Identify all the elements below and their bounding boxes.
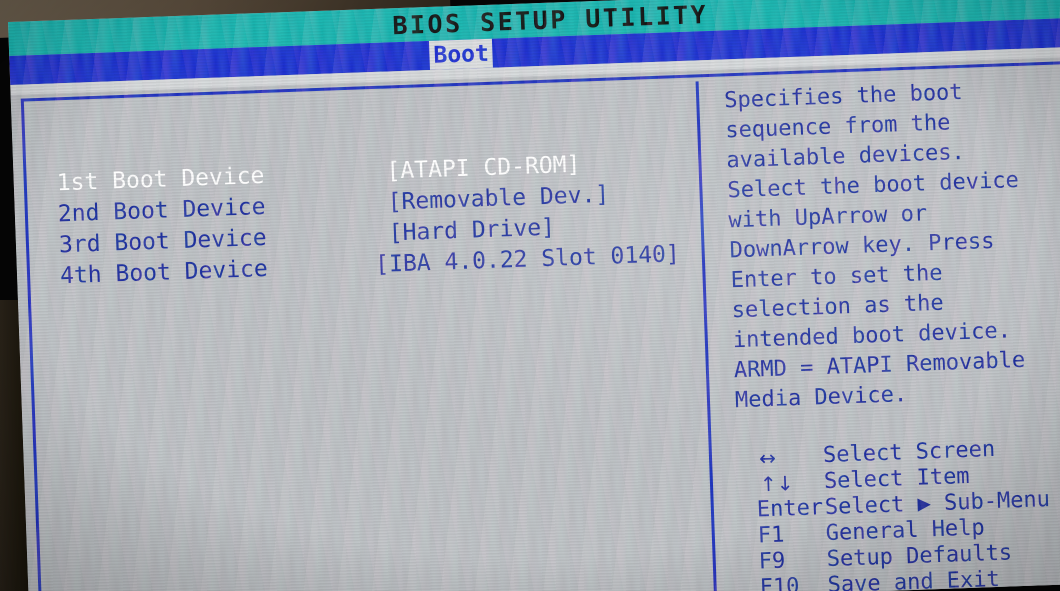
bios-screen: BIOS SETUP UTILITY Boot 1st Boot Device[…: [8, 0, 1060, 591]
content-area: 1st Boot Device [ATAPI CD-ROM] 2nd Boot De…: [10, 56, 1060, 591]
monitor-photo: BIOS SETUP UTILITY Boot 1st Boot Device[…: [0, 0, 1060, 591]
key-legend: ↔ Select Screen ↑↓ Select Item Enter Select ▶…: [737, 434, 1060, 591]
boot-device-value[interactable]: [ATAPI CD-ROM]: [386, 152, 581, 185]
panel-divider: [695, 81, 720, 591]
legend-key-label: F1: [757, 522, 785, 549]
boot-device-value[interactable]: [Hard Drive]: [388, 215, 555, 247]
content-frame: 1st Boot Device [ATAPI CD-ROM] 2nd Boot De…: [20, 61, 1060, 591]
help-text: Specifies the boot sequence from the avail…: [724, 74, 1060, 416]
boot-settings-list: 1st Boot Device [ATAPI CD-ROM] 2nd Boot De…: [56, 148, 680, 294]
legend-arrow-icon: ↑↓: [759, 471, 794, 497]
tab-boot[interactable]: Boot: [428, 38, 494, 70]
screen-rotation-wrapper: BIOS SETUP UTILITY Boot 1st Boot Device[…: [8, 0, 1060, 591]
legend-key-label: Enter: [756, 495, 824, 523]
legend-key-label: F10: [759, 574, 800, 591]
help-panel: Specifies the boot sequence from the avail…: [724, 74, 1060, 591]
legend-key-label: F9: [758, 548, 786, 575]
legend-arrow-icon: ↔: [758, 445, 777, 471]
